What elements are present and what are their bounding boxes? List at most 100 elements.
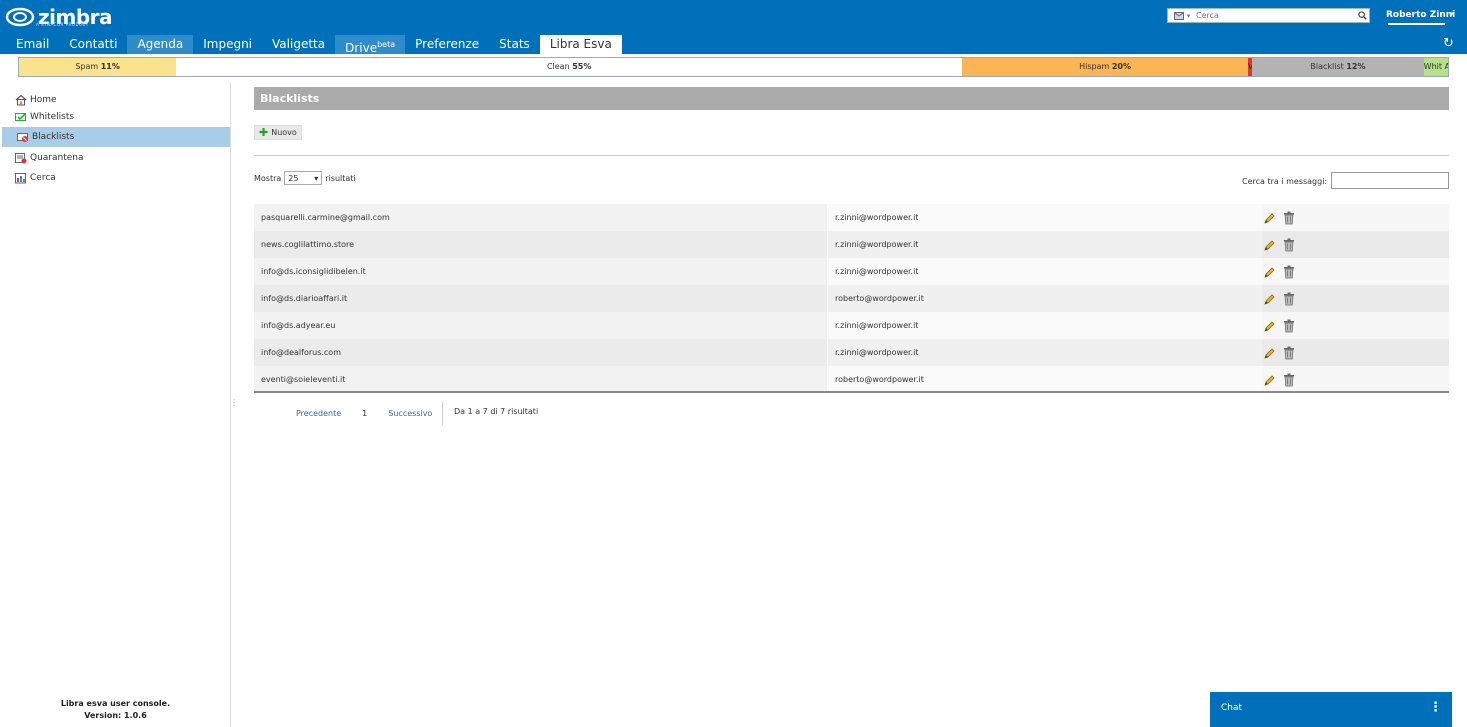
- pager-divider: [442, 401, 444, 425]
- search-input[interactable]: [1196, 9, 1356, 22]
- pagination-info: Da 1 a 7 di 7 risultati: [454, 407, 539, 416]
- row-actions: [1262, 366, 1449, 393]
- trash-icon[interactable]: [1283, 319, 1295, 333]
- recipient-cell: r.zinni@wordpower.it: [827, 231, 1262, 258]
- show-label: Mostra: [254, 173, 282, 183]
- quarantine-icon: [15, 153, 27, 164]
- trash-icon[interactable]: [1283, 211, 1295, 225]
- search-type-dropdown[interactable]: ▾: [1168, 9, 1196, 22]
- sidebar-item-label: Cerca: [30, 173, 56, 183]
- sender-cell: info@dealforus.com: [254, 339, 827, 366]
- trash-icon[interactable]: [1283, 238, 1295, 252]
- ratio-segment-label: Spam: [75, 62, 99, 71]
- pencil-icon[interactable]: [1263, 265, 1275, 279]
- table-row: info@ds.adyear.eu r.zinni@wordpower.it: [254, 312, 1449, 339]
- blacklist-icon: [17, 133, 28, 142]
- sidebar-resize-handle[interactable]: ⋮: [230, 398, 238, 407]
- new-entry-label: Nuovo: [271, 128, 297, 137]
- ratio-segment[interactable]: Hispam 20%: [962, 58, 1248, 76]
- whitelist-icon: [15, 113, 26, 121]
- filter-input[interactable]: [1331, 172, 1449, 189]
- prev-page-link[interactable]: Precedente: [296, 409, 341, 418]
- table-row: news.coglilattimo.store r.zinni@wordpower…: [254, 231, 1449, 258]
- next-page-link[interactable]: Successivo: [388, 409, 432, 418]
- chat-label: Chat: [1221, 703, 1243, 713]
- sidebar-item-cerca[interactable]: Cerca: [2, 168, 230, 188]
- pencil-icon[interactable]: [1263, 238, 1275, 252]
- user-menu[interactable]: Roberto Zinni: [1386, 10, 1455, 20]
- recipient-cell: r.zinni@wordpower.it: [827, 204, 1262, 231]
- top-bar: zimbra A SYNACOR PRODUCT ▾ Roberto Zinni…: [0, 0, 1467, 55]
- sender-cell: info@ds.iconsiglidibelen.it: [254, 258, 827, 285]
- refresh-icon[interactable]: ↻: [1443, 36, 1454, 51]
- tab-drive[interactable]: Drivebeta: [335, 35, 406, 55]
- trash-icon[interactable]: [1283, 265, 1295, 279]
- pencil-icon[interactable]: [1263, 211, 1275, 225]
- chat-panel[interactable]: Chat ⋮: [1210, 692, 1452, 727]
- pencil-icon[interactable]: [1263, 292, 1275, 306]
- ratio-segment-value: 12%: [1346, 62, 1366, 71]
- tab-drive-beta-badge: beta: [377, 40, 396, 49]
- sidebar-item-whitelists[interactable]: Whitelists: [2, 107, 230, 127]
- new-entry-button[interactable]: ✚ Nuovo: [254, 125, 302, 140]
- sidebar-item-label: Blacklists: [32, 132, 75, 142]
- ratio-segment[interactable]: Whit A: [1423, 58, 1448, 76]
- console-version-text: Version: 1.0.6: [84, 711, 147, 720]
- console-version: Libra esva user console. Version: 1.0.6: [0, 698, 231, 722]
- sidebar-item-label: Whitelists: [30, 112, 75, 122]
- ratio-segment[interactable]: Spam 11%: [19, 58, 177, 76]
- sidebar-item-quarantena[interactable]: Quarantena: [2, 148, 230, 168]
- tab-drive-label: Drive: [345, 41, 378, 55]
- ratio-segment[interactable]: Clean 55%: [176, 58, 963, 76]
- zimbra-logo-icon: [5, 7, 35, 27]
- results-label: risultati: [325, 173, 356, 183]
- recipient-cell: roberto@wordpower.it: [827, 366, 1262, 393]
- tab-contatti[interactable]: Contatti: [59, 35, 127, 54]
- sender-cell: news.coglilattimo.store: [254, 231, 827, 258]
- tab-impegni[interactable]: Impegni: [193, 35, 262, 54]
- ratio-segment-label: Hispam: [1079, 62, 1110, 71]
- sidebar: Home Whitelists Blacklists Quarantena Ce…: [0, 82, 231, 727]
- trash-icon[interactable]: [1283, 346, 1295, 360]
- table-row: pasquarelli.carmine@gmail.com r.zinni@wor…: [254, 204, 1449, 231]
- trash-icon[interactable]: [1283, 373, 1295, 387]
- sidebar-item-blacklists[interactable]: Blacklists: [2, 127, 230, 147]
- global-search: ▾: [1167, 8, 1370, 23]
- page-length-select[interactable]: 25 ▾: [284, 171, 323, 185]
- chevron-down-icon: ▾: [314, 173, 319, 183]
- ratio-segment-value: 55%: [572, 62, 592, 71]
- trash-icon[interactable]: [1283, 292, 1295, 306]
- mail-ratio-bar: Spam 11% Clean 55% Hispam 20% V Blacklist 12…: [18, 57, 1449, 77]
- pencil-icon[interactable]: [1263, 346, 1275, 360]
- tab-email[interactable]: Email: [6, 35, 59, 54]
- ratio-segment[interactable]: Blacklist 12%: [1252, 58, 1424, 76]
- tab-preferenze[interactable]: Preferenze: [405, 35, 489, 54]
- tab-valigetta[interactable]: Valigetta: [262, 35, 335, 54]
- search-button[interactable]: [1356, 9, 1369, 22]
- ratio-segment-label: Whit A: [1423, 62, 1448, 71]
- ratio-segment-label: Clean: [546, 62, 570, 71]
- chevron-down-icon[interactable]: ▾: [1450, 10, 1454, 18]
- pencil-icon[interactable]: [1263, 373, 1275, 387]
- ratio-segment-value: 20%: [1111, 62, 1131, 71]
- console-title: Libra esva user console.: [60, 699, 171, 708]
- table-bottom-border: [254, 391, 1449, 393]
- ratio-segment-label: Blacklist: [1310, 62, 1344, 71]
- row-actions: [1262, 285, 1449, 312]
- table-row: eventi@soieleventi.it roberto@wordpower.i…: [254, 366, 1449, 393]
- logo-subtitle: A SYNACOR PRODUCT: [36, 22, 89, 27]
- page-number-link[interactable]: 1: [362, 409, 367, 418]
- sender-cell: info@ds.adyear.eu: [254, 312, 827, 339]
- tab-libra-esva[interactable]: Libra Esva: [539, 35, 622, 54]
- recipient-cell: r.zinni@wordpower.it: [827, 312, 1262, 339]
- search-report-icon: [15, 173, 26, 184]
- mail-icon: [1173, 11, 1184, 20]
- tab-agenda[interactable]: Agenda: [127, 35, 194, 54]
- more-vertical-icon[interactable]: ⋮: [1429, 692, 1442, 724]
- blacklist-table: pasquarelli.carmine@gmail.com r.zinni@wor…: [254, 204, 1449, 393]
- table-row: info@dealforus.com r.zinni@wordpower.it: [254, 339, 1449, 366]
- tab-stats[interactable]: Stats: [489, 35, 540, 54]
- page-title: Blacklists: [254, 87, 1449, 110]
- sender-cell: pasquarelli.carmine@gmail.com: [254, 204, 827, 231]
- pencil-icon[interactable]: [1263, 319, 1275, 333]
